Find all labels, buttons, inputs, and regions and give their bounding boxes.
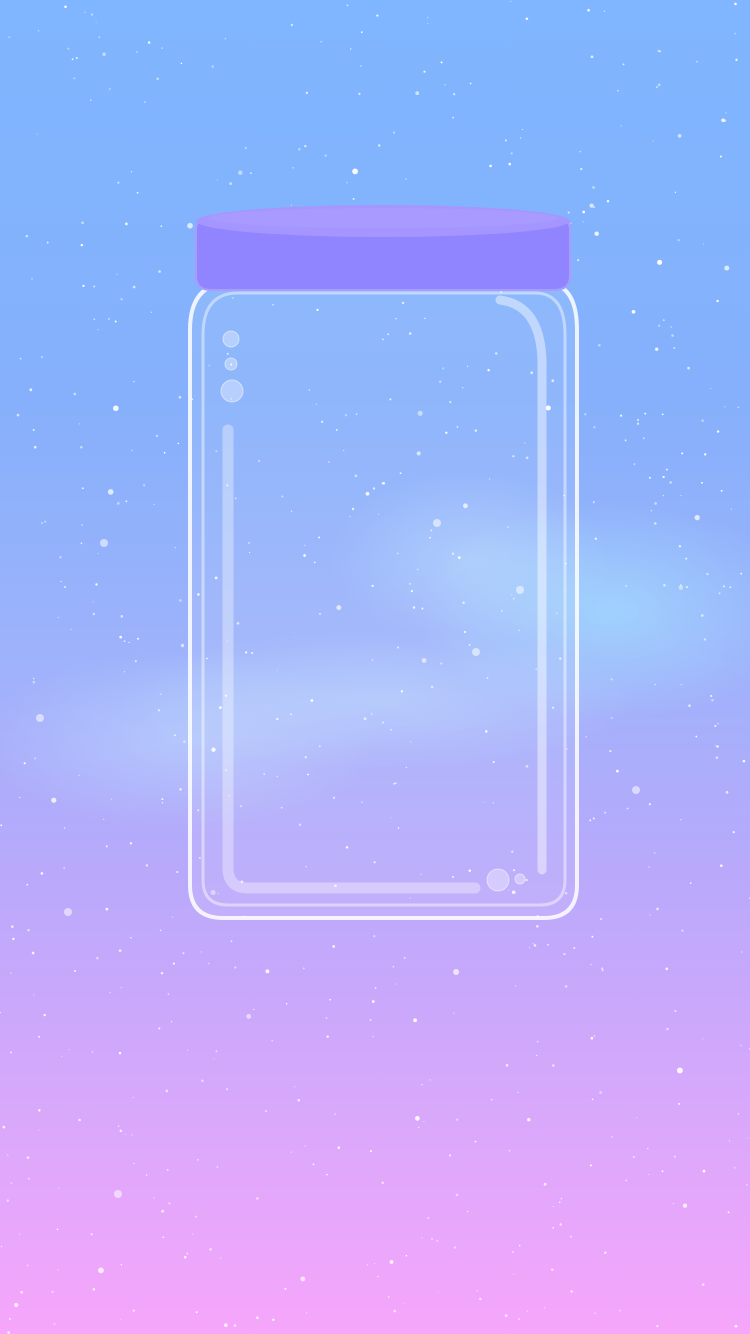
jar-body [188, 281, 579, 920]
empty-jar-icon [188, 205, 579, 920]
screen [0, 0, 750, 1334]
jar-lid [195, 205, 571, 291]
